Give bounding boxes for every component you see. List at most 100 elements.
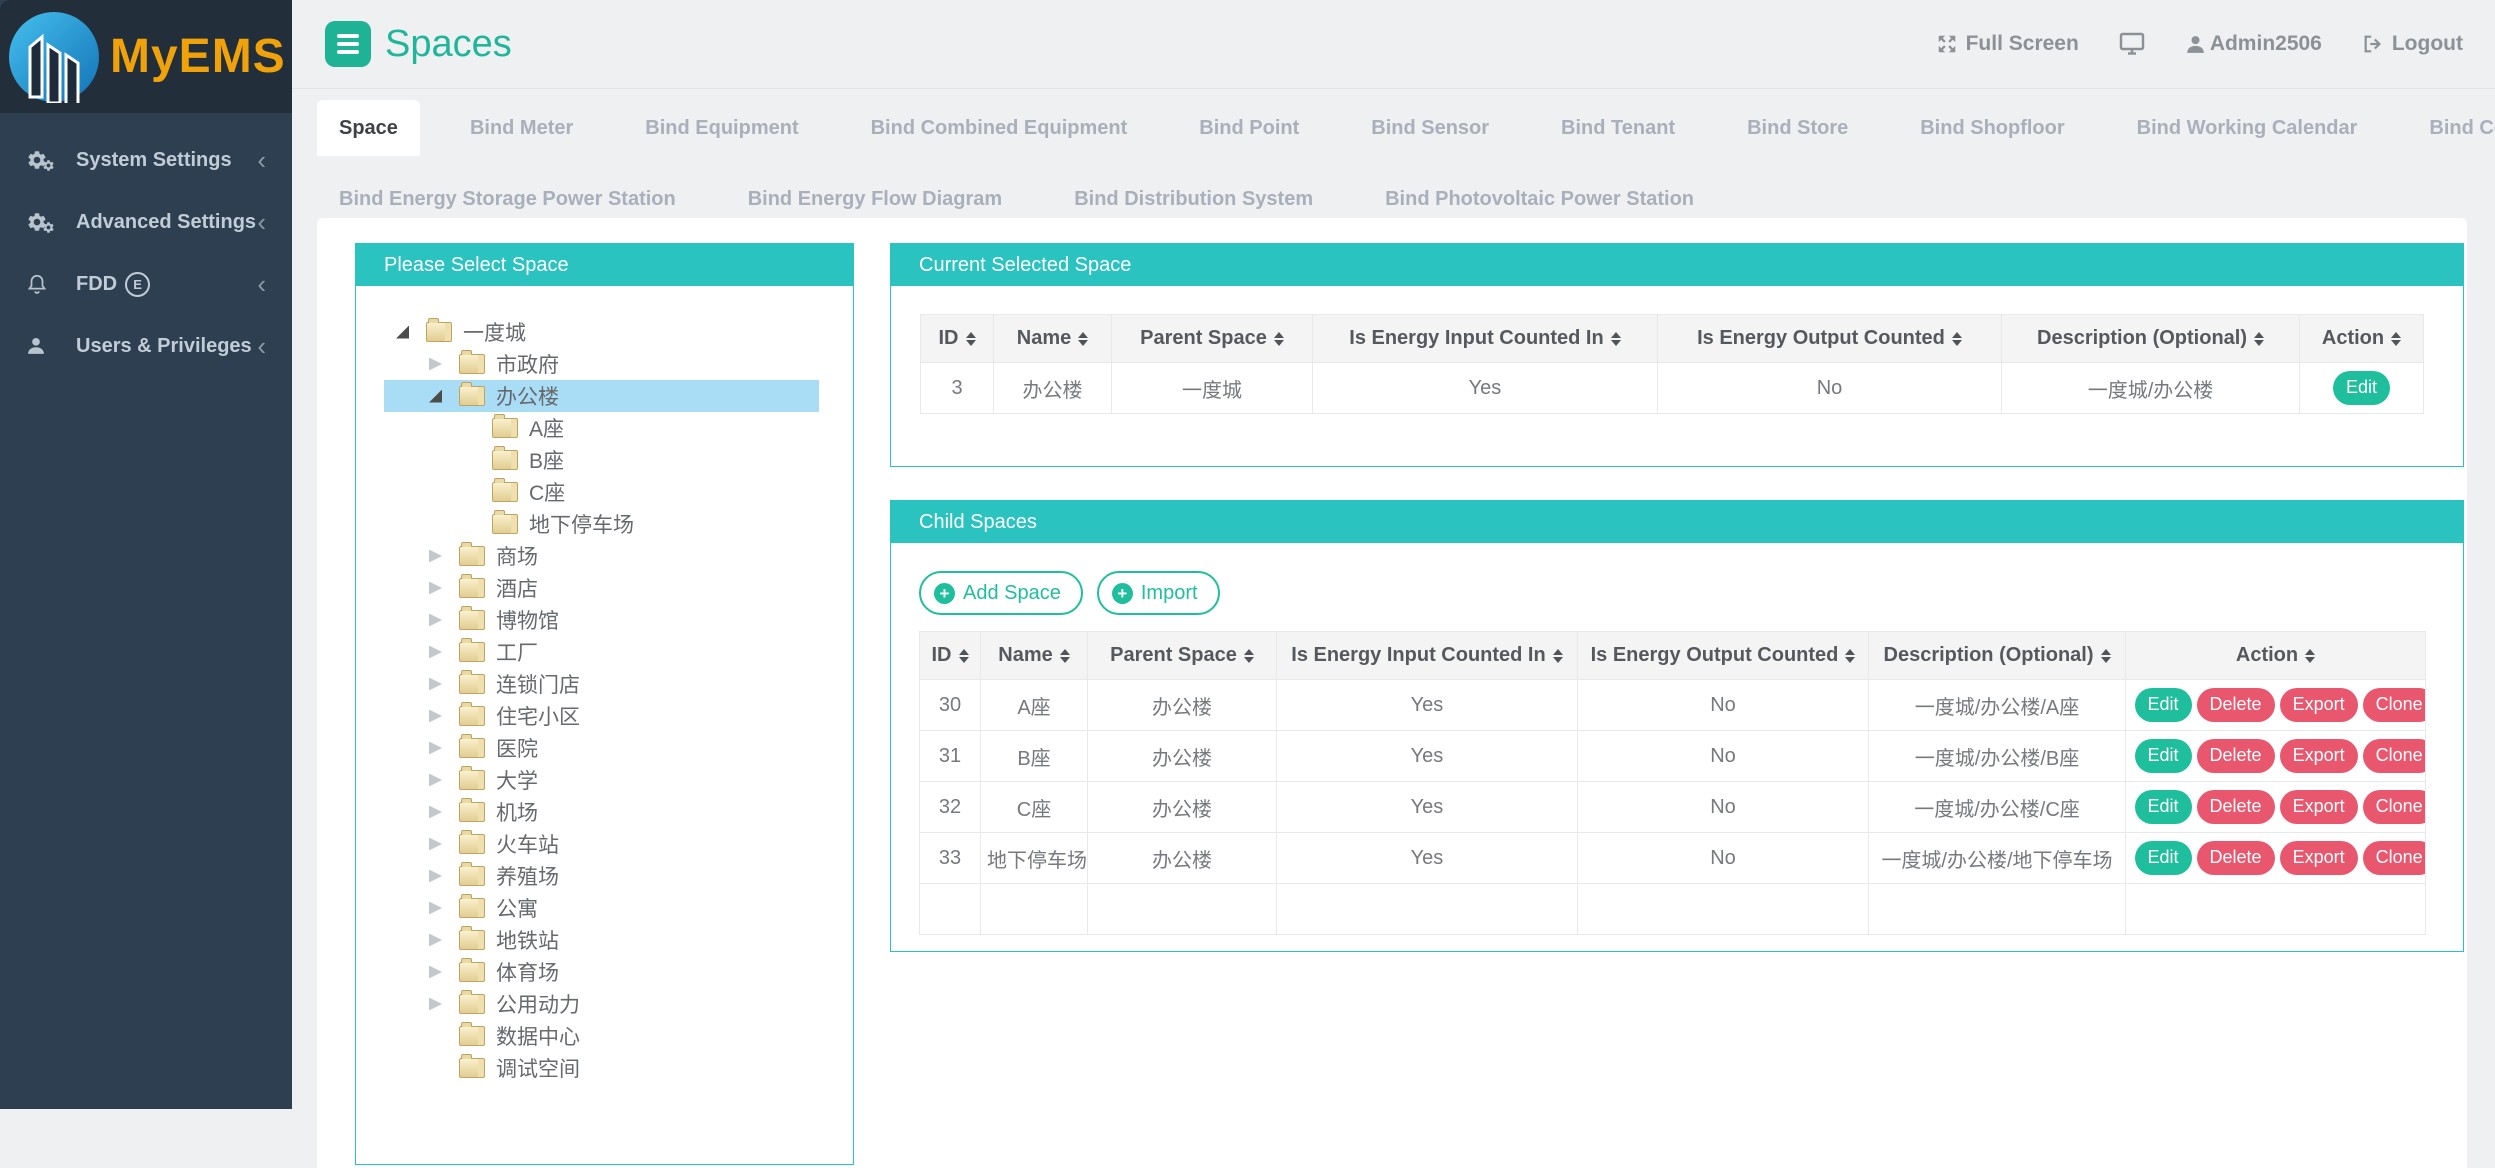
full-screen-button[interactable]: Full Screen	[1936, 32, 2079, 56]
tree-node-label[interactable]: 商场	[496, 541, 538, 571]
delete-button[interactable]: Delete	[2197, 841, 2275, 875]
column-header-is-energy-output-counted[interactable]: Is Energy Output Counted	[1578, 632, 1869, 680]
tree-node-label[interactable]: 博物馆	[496, 605, 559, 635]
tree-expand-icon[interactable]	[429, 742, 442, 755]
tab-bind-energy-storage-power-station[interactable]: Bind Energy Storage Power Station	[317, 182, 698, 216]
clone-button[interactable]: Clone	[2363, 790, 2426, 824]
export-button[interactable]: Export	[2280, 739, 2358, 773]
export-button[interactable]: Export	[2280, 688, 2358, 722]
delete-button[interactable]: Delete	[2197, 790, 2275, 824]
tree-node-label[interactable]: 公寓	[496, 893, 538, 923]
tree-expand-icon[interactable]	[429, 614, 442, 627]
edit-button[interactable]: Edit	[2135, 841, 2192, 875]
clone-button[interactable]: Clone	[2363, 688, 2426, 722]
column-header-id[interactable]: ID	[921, 315, 994, 363]
tree-expand-icon[interactable]	[429, 966, 442, 979]
column-header-description-optional[interactable]: Description (Optional)	[2002, 315, 2300, 363]
column-header-is-energy-output-counted[interactable]: Is Energy Output Counted	[1658, 315, 2002, 363]
tree-expand-icon[interactable]	[429, 998, 442, 1011]
import-button[interactable]: + Import	[1097, 571, 1220, 615]
tree-collapse-icon[interactable]	[396, 326, 409, 339]
tab-bind-energy-flow-diagram[interactable]: Bind Energy Flow Diagram	[726, 182, 1024, 216]
tree-node-label[interactable]: 住宅小区	[496, 701, 580, 731]
tree-node-label[interactable]: 一度城	[463, 317, 526, 347]
clone-button[interactable]: Clone	[2363, 739, 2426, 773]
tree-node-label[interactable]: 公用动力	[496, 989, 580, 1019]
tree-node-label[interactable]: B座	[529, 445, 564, 475]
tab-bind-working-calendar[interactable]: Bind Working Calendar	[2115, 100, 2380, 156]
edit-button[interactable]: Edit	[2135, 790, 2192, 824]
tree-node-label[interactable]: 医院	[496, 733, 538, 763]
tab-bind-combined-equipment[interactable]: Bind Combined Equipment	[849, 100, 1150, 156]
column-header-is-energy-input-counted-in[interactable]: Is Energy Input Counted In	[1277, 632, 1578, 680]
tab-bind-tenant[interactable]: Bind Tenant	[1539, 100, 1697, 156]
tree-node-label[interactable]: 地下停车场	[529, 509, 634, 539]
clone-button[interactable]: Clone	[2363, 841, 2426, 875]
edit-button[interactable]: Edit	[2135, 688, 2192, 722]
column-header-action[interactable]: Action	[2300, 315, 2424, 363]
column-header-description-optional[interactable]: Description (Optional)	[1869, 632, 2126, 680]
tab-bind-distribution-system[interactable]: Bind Distribution System	[1052, 182, 1335, 216]
tab-bind-meter[interactable]: Bind Meter	[448, 100, 595, 156]
menu-toggle-button[interactable]	[325, 21, 371, 67]
delete-button[interactable]: Delete	[2197, 739, 2275, 773]
tree-expand-icon[interactable]	[429, 806, 442, 819]
edit-button[interactable]: Edit	[2135, 739, 2192, 773]
tree-expand-icon[interactable]	[429, 870, 442, 883]
column-header-id[interactable]: ID	[920, 632, 981, 680]
tree-expand-icon[interactable]	[429, 774, 442, 787]
tree-expand-icon[interactable]	[429, 358, 442, 371]
tree-node-label[interactable]: 大学	[496, 765, 538, 795]
tree-expand-icon[interactable]	[429, 710, 442, 723]
edit-button[interactable]: Edit	[2333, 371, 2390, 405]
tree-node-label[interactable]: 火车站	[496, 829, 559, 859]
tree-node-label[interactable]: 体育场	[496, 957, 559, 987]
column-header-parent-space[interactable]: Parent Space	[1088, 632, 1277, 680]
column-header-action[interactable]: Action	[2126, 632, 2426, 680]
tab-bind-photovoltaic-power-station[interactable]: Bind Photovoltaic Power Station	[1363, 182, 1716, 216]
tree-node-label[interactable]: 数据中心	[496, 1021, 580, 1051]
tab-bind-point[interactable]: Bind Point	[1177, 100, 1321, 156]
tree-expand-icon[interactable]	[429, 582, 442, 595]
tree-node-label[interactable]: 市政府	[496, 349, 559, 379]
tree-node-label[interactable]: 办公楼	[496, 381, 559, 411]
tab-bind-equipment[interactable]: Bind Equipment	[623, 100, 820, 156]
tree-node-label[interactable]: 工厂	[496, 637, 538, 667]
tree-collapse-icon[interactable]	[429, 390, 442, 403]
sidebar-item-system-settings[interactable]: System Settings‹	[0, 129, 292, 191]
column-header-name[interactable]: Name	[981, 632, 1088, 680]
tree-node-label[interactable]: 连锁门店	[496, 669, 580, 699]
sidebar-item-users-privileges[interactable]: Users & Privileges‹	[0, 315, 292, 377]
sidebar-item-advanced-settings[interactable]: Advanced Settings‹	[0, 191, 292, 253]
column-header-parent-space[interactable]: Parent Space	[1112, 315, 1313, 363]
column-header-is-energy-input-counted-in[interactable]: Is Energy Input Counted In	[1313, 315, 1658, 363]
tree-node-label[interactable]: 调试空间	[496, 1053, 580, 1083]
delete-button[interactable]: Delete	[2197, 688, 2275, 722]
tree-expand-icon[interactable]	[429, 934, 442, 947]
tab-bind-shopfloor[interactable]: Bind Shopfloor	[1898, 100, 2086, 156]
user-menu[interactable]: Admin2506	[2185, 32, 2322, 56]
add-space-button[interactable]: + Add Space	[919, 571, 1083, 615]
tab-space[interactable]: Space	[317, 100, 420, 156]
display-monitor-button[interactable]	[2119, 32, 2145, 56]
tree-expand-icon[interactable]	[429, 646, 442, 659]
sidebar-item-fdd[interactable]: FDDE‹	[0, 253, 292, 315]
export-button[interactable]: Export	[2280, 841, 2358, 875]
tree-node-label[interactable]: 酒店	[496, 573, 538, 603]
tree-expand-icon[interactable]	[429, 838, 442, 851]
column-header-name[interactable]: Name	[994, 315, 1112, 363]
tab-bind-command[interactable]: Bind CommandE	[2407, 100, 2495, 156]
sidebar-item-label: Advanced Settings	[76, 211, 256, 234]
tree-expand-icon[interactable]	[429, 550, 442, 563]
tree-node-label[interactable]: A座	[529, 413, 564, 443]
tab-bind-sensor[interactable]: Bind Sensor	[1349, 100, 1511, 156]
export-button[interactable]: Export	[2280, 790, 2358, 824]
tree-node-label[interactable]: 养殖场	[496, 861, 559, 891]
tree-node-label[interactable]: C座	[529, 477, 565, 507]
tree-node-label[interactable]: 机场	[496, 797, 538, 827]
logout-button[interactable]: Logout	[2362, 32, 2463, 56]
tree-expand-icon[interactable]	[429, 678, 442, 691]
tab-bind-store[interactable]: Bind Store	[1725, 100, 1870, 156]
tree-expand-icon[interactable]	[429, 902, 442, 915]
tree-node-label[interactable]: 地铁站	[496, 925, 559, 955]
